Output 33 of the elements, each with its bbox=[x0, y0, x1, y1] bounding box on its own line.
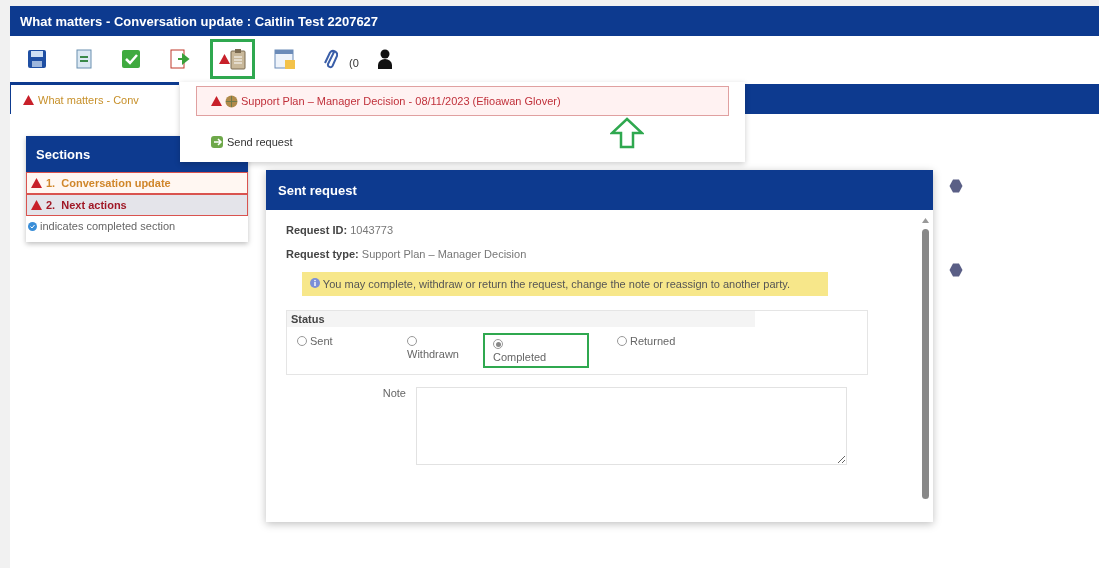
clipboard-icon[interactable] bbox=[230, 48, 246, 70]
info-message: You may complete, withdraw or return the request, change the note or reassign to another party. bbox=[322, 278, 790, 290]
note-label: Note bbox=[381, 387, 406, 401]
calendar-icon[interactable] bbox=[274, 48, 296, 70]
send-icon bbox=[210, 135, 224, 149]
menu-item[interactable]: Support Plan – Manager Decision - 08/11/2023 (Efioawan Glover) bbox=[196, 86, 729, 116]
section-item[interactable]: 2. Next actions bbox=[26, 194, 248, 216]
dialog-title: Sent request bbox=[278, 182, 357, 198]
panel-title: Sections bbox=[36, 146, 91, 162]
status-radio[interactable]: Completed bbox=[483, 333, 589, 368]
info-icon bbox=[310, 278, 320, 288]
legend-text: indicates completed section bbox=[40, 220, 176, 232]
up-arrow-icon bbox=[610, 117, 644, 149]
note-field[interactable] bbox=[416, 387, 847, 465]
attachment-count: (0 bbox=[349, 57, 359, 69]
warning-icon bbox=[219, 54, 230, 64]
menu-item[interactable]: Send request bbox=[196, 130, 729, 154]
person-icon[interactable] bbox=[377, 49, 392, 69]
save-icon[interactable] bbox=[27, 49, 47, 69]
scroll-up-icon[interactable] bbox=[921, 218, 929, 223]
window-title: What matters - Conversation update : Caitlin Test 2207627 bbox=[20, 13, 379, 29]
hexagon-icon bbox=[949, 179, 963, 193]
field-text: Request ID: 1043773 bbox=[286, 224, 394, 236]
paperclip-icon[interactable] bbox=[324, 48, 338, 70]
globe-icon bbox=[225, 94, 238, 108]
hexagon-icon bbox=[949, 263, 963, 277]
export-icon[interactable] bbox=[169, 49, 191, 69]
document-icon[interactable] bbox=[75, 49, 93, 69]
checkmark-icon[interactable] bbox=[121, 49, 141, 69]
group-title: Status bbox=[291, 313, 325, 325]
field-text: Request type: Support Plan – Manager Decision bbox=[286, 248, 528, 260]
status-radio[interactable]: Sent bbox=[297, 333, 407, 368]
status-radio[interactable]: Returned bbox=[617, 333, 727, 368]
